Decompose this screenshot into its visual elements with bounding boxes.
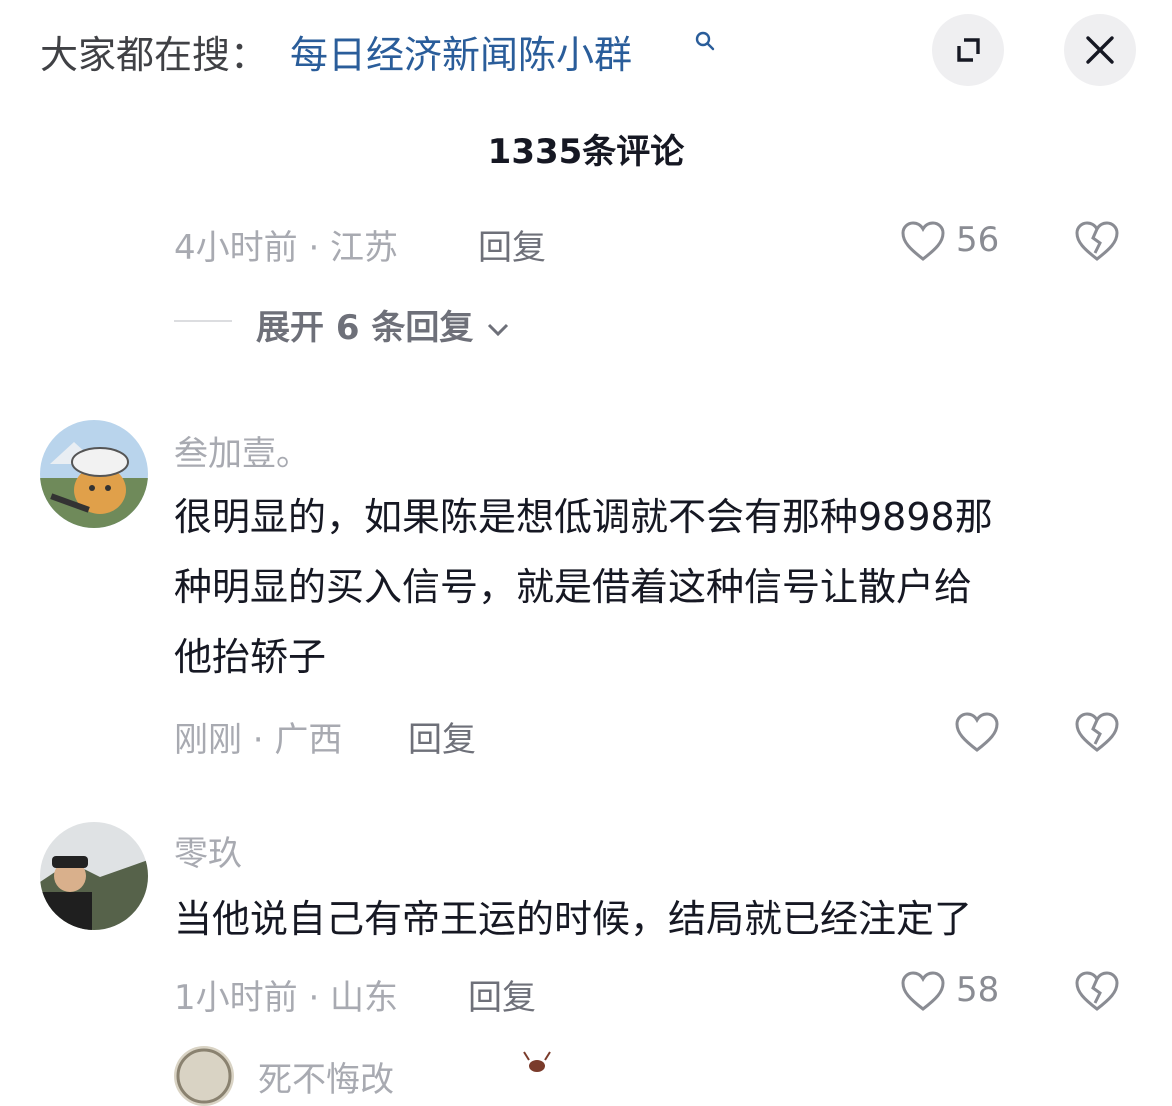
close-icon <box>1086 36 1114 64</box>
chevron-down-icon <box>488 323 509 336</box>
username[interactable]: 零玖 <box>174 826 242 875</box>
avatar[interactable] <box>40 420 148 528</box>
avatar-image <box>174 1046 234 1106</box>
search-icon[interactable] <box>694 30 716 52</box>
comment-meta: 1小时前 · 山东 <box>174 978 399 1018</box>
heart-icon[interactable] <box>900 220 946 262</box>
collapse-button[interactable] <box>932 14 1004 86</box>
username[interactable]: 死不悔改 <box>258 1052 394 1101</box>
comment-meta: 4小时前 · 江苏 <box>174 228 399 268</box>
reply-button[interactable]: 回复 <box>468 970 536 1019</box>
broken-heart-icon[interactable] <box>1074 220 1120 262</box>
close-button[interactable] <box>1064 14 1136 86</box>
comment-meta: 刚刚 · 广西 <box>174 720 343 760</box>
broken-heart-icon[interactable] <box>1074 711 1120 753</box>
comment-line: 种明显的买入信号，就是借着这种信号让散户给 <box>174 565 973 609</box>
badge-icon <box>523 1051 551 1072</box>
broken-heart-icon[interactable] <box>1074 970 1120 1012</box>
expand-divider <box>174 320 232 322</box>
expand-replies-label: 展开 6 条回复 <box>256 308 474 348</box>
comment-text: 很明显的，如果陈是想低调就不会有那种9898那 种明显的买入信号，就是借着这种信… <box>174 482 1134 692</box>
username[interactable]: 叁加壹。 <box>174 426 310 475</box>
reply-button[interactable]: 回复 <box>478 220 546 269</box>
avatar-image <box>40 420 148 528</box>
comment-count-title: 1335条评论 <box>487 132 685 172</box>
like-count: 56 <box>956 220 1000 260</box>
comment-line: 他抬轿子 <box>174 635 327 679</box>
heart-icon[interactable] <box>954 711 1000 753</box>
search-suggestion-label: 大家都在搜： <box>40 33 269 77</box>
avatar[interactable] <box>174 1046 234 1106</box>
like-count: 58 <box>956 970 1000 1010</box>
collapse-icon <box>957 38 980 62</box>
expand-replies-button[interactable]: 展开 6 条回复 <box>256 300 511 349</box>
comment-line: 当他说自己有帝王运的时候，结局就已经注定了 <box>174 897 973 941</box>
search-suggestion-link[interactable]: 每日经济新闻陈小群 <box>290 24 632 79</box>
avatar-image <box>40 822 148 930</box>
comment-line: 很明显的，如果陈是想低调就不会有那种9898那 <box>174 495 993 539</box>
avatar[interactable] <box>40 822 148 930</box>
comment-text: 当他说自己有帝王运的时候，结局就已经注定了 <box>174 884 1134 954</box>
heart-icon[interactable] <box>900 970 946 1012</box>
reply-button[interactable]: 回复 <box>408 712 476 761</box>
